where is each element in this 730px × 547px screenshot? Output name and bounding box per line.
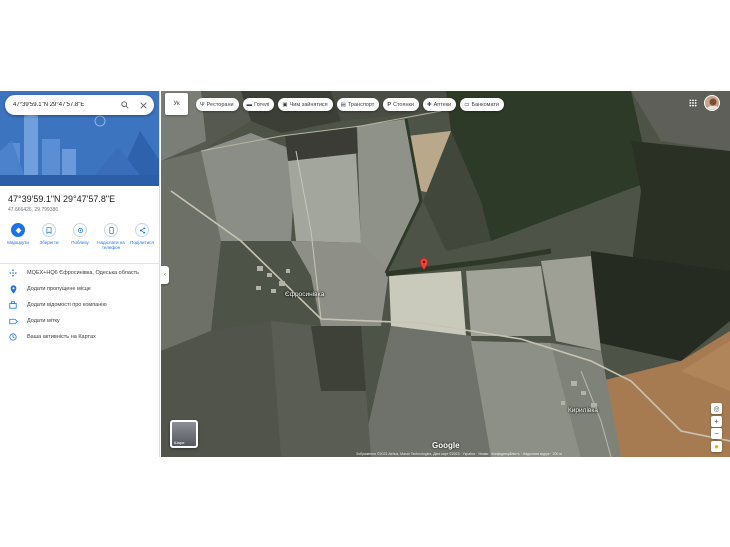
zoom-in-button[interactable]: + bbox=[711, 416, 722, 427]
send-to-phone-button[interactable]: Надіслати на телефон bbox=[97, 223, 125, 257]
maps-activity-row[interactable]: Ваша активність на Картах bbox=[8, 331, 156, 343]
my-location-button[interactable]: ◎ bbox=[711, 403, 722, 414]
chip-label: Ресторани bbox=[206, 101, 234, 108]
camera-icon: ▣ bbox=[282, 101, 288, 108]
plus-icon: + bbox=[714, 417, 719, 426]
business-icon bbox=[8, 300, 18, 310]
chip-label: Готелі bbox=[254, 101, 270, 108]
save-label: Зберегти bbox=[39, 240, 59, 245]
nearby-label: Поблизу bbox=[71, 240, 89, 245]
chip-label: Стоянки bbox=[393, 101, 414, 108]
share-button[interactable]: Поділитися bbox=[128, 223, 156, 257]
divider bbox=[0, 263, 159, 264]
add-missing-place-row[interactable]: Додати пропущене місце bbox=[8, 283, 156, 295]
directions-label: Маршрути bbox=[7, 240, 29, 245]
place-title: 47°39'59.1"N 29°47'57.8"E bbox=[8, 194, 116, 204]
maps-activity-text: Ваша активність на Картах bbox=[27, 334, 96, 340]
hotel-icon: ▬ bbox=[246, 101, 253, 108]
account-avatar[interactable] bbox=[704, 95, 720, 111]
location-pin-marker[interactable] bbox=[420, 258, 428, 270]
search-input[interactable]: 47°39'59.1"N 29°47'57.8"E bbox=[13, 102, 118, 108]
add-business-text: Додати відомості про компанію bbox=[27, 302, 107, 308]
parking-icon: P bbox=[387, 101, 391, 108]
add-label-text: Додати мітку bbox=[27, 318, 60, 324]
place-sidebar: 47°39'59.1"N 29°47'57.8"E 47°39'59.1"N 2… bbox=[0, 91, 160, 457]
chip-label: Транспорт bbox=[347, 101, 375, 108]
chip-label: Аптеки bbox=[433, 101, 452, 108]
apps-grid-icon[interactable] bbox=[689, 99, 697, 107]
label-icon bbox=[8, 316, 18, 326]
chip-transit[interactable]: ▤ Транспорт bbox=[336, 98, 380, 111]
search-icon[interactable] bbox=[118, 98, 132, 112]
place-decimal-coordinates: 47.666426, 29.799386 bbox=[8, 207, 59, 213]
send-to-phone-label: Надіслати на телефон bbox=[97, 240, 125, 250]
plus-code-row[interactable]: MQEX+HQ6 Єфросинівка, Одеська область bbox=[8, 267, 156, 279]
share-label: Поділитися bbox=[130, 240, 154, 245]
save-button[interactable]: Зберегти bbox=[35, 223, 63, 257]
chip-parking[interactable]: P Стоянки bbox=[383, 98, 419, 111]
close-icon[interactable] bbox=[136, 98, 150, 112]
pegman-icon: ● bbox=[714, 442, 719, 451]
share-icon bbox=[135, 223, 149, 237]
village-label: Кирилівка bbox=[568, 407, 598, 414]
plus-code-text: MQEX+HQ6 Єфросинівка, Одеська область bbox=[27, 270, 140, 276]
satellite-imagery bbox=[161, 91, 730, 457]
location-pin-icon bbox=[8, 284, 18, 294]
chip-atms[interactable]: ▭ Банкомати bbox=[460, 98, 504, 111]
atm-icon: ▭ bbox=[464, 101, 470, 108]
transit-icon: ▤ bbox=[340, 101, 346, 108]
directions-button[interactable]: Маршрути bbox=[4, 223, 32, 257]
village-label: Єфросинівка bbox=[285, 291, 325, 298]
chip-things-to-do[interactable]: ▣ Чим зайнятися bbox=[278, 98, 333, 111]
nearby-button[interactable]: Поблизу bbox=[66, 223, 94, 257]
chip-hotels[interactable]: ▬ Готелі bbox=[242, 98, 275, 111]
map-attribution: Зображення ©2023 Airbus, Maxar Technolog… bbox=[356, 452, 562, 456]
language-toggle[interactable]: Ук bbox=[165, 93, 188, 115]
chip-label: Чим зайнятися bbox=[289, 101, 328, 108]
satellite-map[interactable]: Ук Ψ Ресторани ▬ Готелі ▣ Чим зайнятися ▤ Тр… bbox=[161, 91, 730, 457]
pharmacy-icon: ✚ bbox=[426, 101, 432, 108]
google-maps-window: 47°39'59.1"N 29°47'57.8"E 47°39'59.1"N 2… bbox=[0, 91, 730, 457]
directions-icon bbox=[11, 223, 25, 237]
zoom-out-button[interactable]: − bbox=[711, 428, 722, 439]
add-missing-place-text: Додати пропущене місце bbox=[27, 286, 91, 292]
restaurant-icon: Ψ bbox=[200, 101, 205, 108]
minus-icon: − bbox=[714, 429, 719, 438]
street-view-pegman[interactable]: ● bbox=[711, 441, 722, 452]
chip-pharmacies[interactable]: ✚ Аптеки bbox=[422, 98, 457, 111]
layers-label: Шари bbox=[174, 440, 185, 445]
chevron-left-icon: ‹ bbox=[164, 272, 166, 278]
history-icon bbox=[8, 332, 18, 342]
chip-label: Банкомати bbox=[471, 101, 499, 108]
action-bar: Маршрути Зберегти Поблизу Надіслати на т… bbox=[4, 223, 156, 257]
chip-restaurants[interactable]: Ψ Ресторани bbox=[196, 98, 239, 111]
add-label-row[interactable]: Додати мітку bbox=[8, 315, 156, 327]
add-business-row[interactable]: Додати відомості про компанію bbox=[8, 299, 156, 311]
crosshair-icon: ◎ bbox=[713, 405, 720, 413]
bookmark-icon bbox=[42, 223, 56, 237]
google-logo: Google bbox=[432, 441, 460, 450]
plus-code-icon bbox=[8, 268, 18, 278]
layers-thumbnail[interactable]: Шари bbox=[170, 420, 198, 448]
collapse-panel-button[interactable]: ‹ bbox=[161, 266, 169, 284]
category-chips: Ψ Ресторани ▬ Готелі ▣ Чим зайнятися ▤ Транс… bbox=[196, 98, 504, 111]
phone-icon bbox=[104, 223, 118, 237]
search-box[interactable]: 47°39'59.1"N 29°47'57.8"E bbox=[5, 95, 154, 115]
nearby-icon bbox=[73, 223, 87, 237]
